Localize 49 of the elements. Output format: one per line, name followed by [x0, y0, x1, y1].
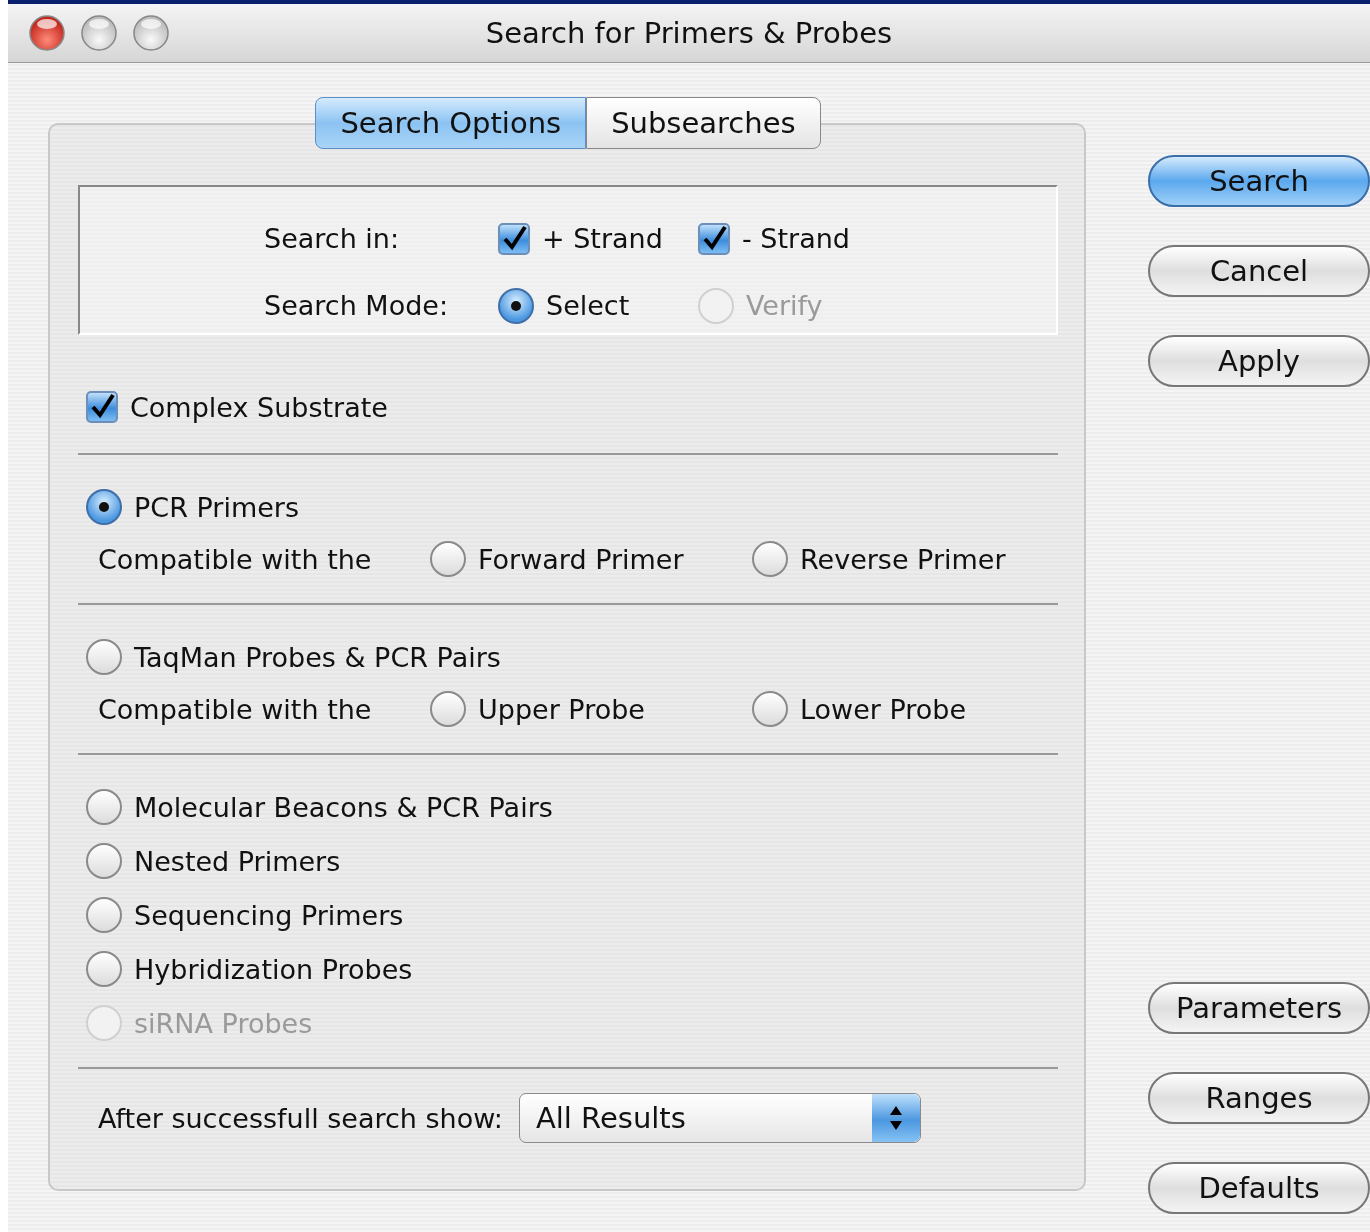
- stepper-arrows-icon: [888, 1104, 903, 1132]
- checkbox[interactable]: [698, 222, 730, 255]
- push-button[interactable]: Defaults: [1148, 1162, 1370, 1214]
- field-label: Compatible with the: [98, 693, 373, 725]
- radio-label: Select: [546, 290, 630, 321]
- radio-button[interactable]: [86, 639, 122, 675]
- radio-button[interactable]: [86, 789, 122, 825]
- radio-label: PCR Primers: [134, 491, 299, 523]
- radio-button[interactable]: [752, 691, 788, 727]
- checkbox[interactable]: [86, 391, 118, 423]
- field-label: After successfull search show:: [98, 1102, 503, 1134]
- checkbox[interactable]: [498, 222, 530, 255]
- results-dropdown[interactable]: All Results: [518, 1093, 921, 1143]
- radio-label: TaqMan Probes & PCR Pairs: [134, 641, 501, 673]
- radio-label: Hybridization Probes: [134, 953, 413, 985]
- radio-label: Lower Probe: [800, 693, 967, 725]
- radio-label: siRNA Probes: [134, 1007, 313, 1039]
- radio-button[interactable]: [86, 489, 122, 525]
- radio-label: Sequencing Primers: [134, 899, 404, 931]
- radio-button[interactable]: [86, 951, 122, 987]
- radio-label: Verify: [746, 290, 823, 321]
- checkbox-label: + Strand: [542, 223, 663, 254]
- field-label: Compatible with the: [98, 543, 373, 575]
- window-title: Search for Primers & Probes: [485, 16, 893, 50]
- close-icon[interactable]: [28, 14, 66, 52]
- zoom-icon[interactable]: [132, 14, 170, 52]
- radio-label: Forward Primer: [478, 543, 684, 575]
- push-button[interactable]: Apply: [1148, 335, 1370, 387]
- radio-button[interactable]: [86, 843, 122, 879]
- push-button[interactable]: Ranges: [1148, 1072, 1370, 1124]
- radio-button[interactable]: [752, 541, 788, 577]
- checkbox-label: - Strand: [742, 223, 850, 254]
- checkbox-label: Complex Substrate: [130, 391, 388, 423]
- push-button[interactable]: Search: [1148, 155, 1370, 207]
- radio-button[interactable]: [430, 691, 466, 727]
- radio-label: Upper Probe: [478, 693, 645, 725]
- radio-label: Reverse Primer: [800, 543, 1006, 575]
- radio-button[interactable]: [86, 897, 122, 933]
- push-button[interactable]: Parameters: [1148, 982, 1370, 1034]
- field-label: Search in:: [264, 223, 401, 254]
- radio-label: Nested Primers: [134, 845, 341, 877]
- radio-button[interactable]: [430, 541, 466, 577]
- push-button[interactable]: Cancel: [1148, 245, 1370, 297]
- tab[interactable]: Subsearches: [586, 97, 821, 149]
- radio-button[interactable]: [498, 287, 534, 324]
- tab[interactable]: Search Options: [315, 97, 587, 149]
- minimize-icon[interactable]: [80, 14, 118, 52]
- field-label: Search Mode:: [264, 290, 449, 321]
- radio-label: Molecular Beacons & PCR Pairs: [134, 791, 553, 823]
